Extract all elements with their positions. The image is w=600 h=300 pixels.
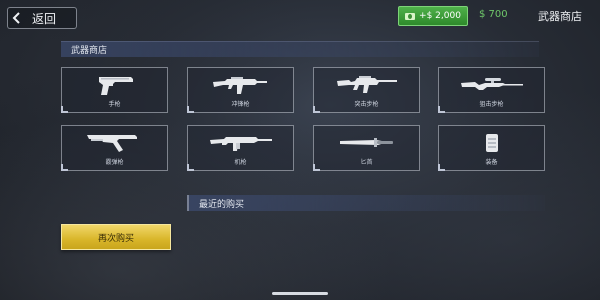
item-assault-rifle[interactable]: 突击步枪	[313, 67, 420, 113]
item-label: 机枪	[234, 159, 247, 166]
home-indicator[interactable]	[272, 292, 328, 295]
item-label: 手枪	[108, 101, 121, 108]
assault-rifle-icon	[314, 73, 419, 97]
topup-label: +$ 2,000	[419, 11, 461, 21]
rebuy-label: 再次购买	[97, 233, 134, 244]
item-sniper-rifle[interactable]: 狙击步枪	[438, 67, 545, 113]
item-smg[interactable]: 冲锋枪	[187, 67, 294, 113]
item-knife[interactable]: 匕首	[313, 125, 420, 171]
smg-icon	[188, 73, 293, 97]
pistol-icon	[62, 73, 167, 97]
machine-gun-icon	[188, 131, 293, 155]
item-pistol[interactable]: 手枪	[61, 67, 168, 113]
item-label: 匕首	[360, 159, 373, 166]
chevron-left-icon	[8, 8, 24, 28]
item-label: 狙击步枪	[479, 101, 504, 108]
topup-button[interactable]: +$ 2,000	[398, 6, 468, 26]
item-label: 霰弹枪	[105, 159, 124, 166]
rebuy-button[interactable]: 再次购买	[61, 224, 171, 250]
page-title: 武器商店	[538, 10, 582, 23]
shotgun-icon	[62, 131, 167, 155]
balance: $ 700	[479, 9, 508, 20]
item-label: 冲锋枪	[231, 101, 250, 108]
cash-icon	[405, 12, 416, 20]
item-label: 装备	[485, 159, 498, 166]
sniper-rifle-icon	[439, 73, 544, 97]
section-title: 武器商店	[71, 46, 108, 56]
recent-purchases-header: 最近的购买	[187, 195, 545, 211]
item-label: 突击步枪	[354, 101, 379, 108]
recent-purchases-title: 最近的购买	[199, 200, 245, 210]
item-shotgun[interactable]: 霰弹枪	[61, 125, 168, 171]
back-label: 返回	[32, 11, 57, 26]
back-button[interactable]: 返回	[7, 7, 77, 29]
armor-icon	[439, 131, 544, 155]
section-header: 武器商店	[61, 41, 539, 57]
item-machine-gun[interactable]: 机枪	[187, 125, 294, 171]
item-armor[interactable]: 装备	[438, 125, 545, 171]
knife-icon	[314, 131, 419, 155]
